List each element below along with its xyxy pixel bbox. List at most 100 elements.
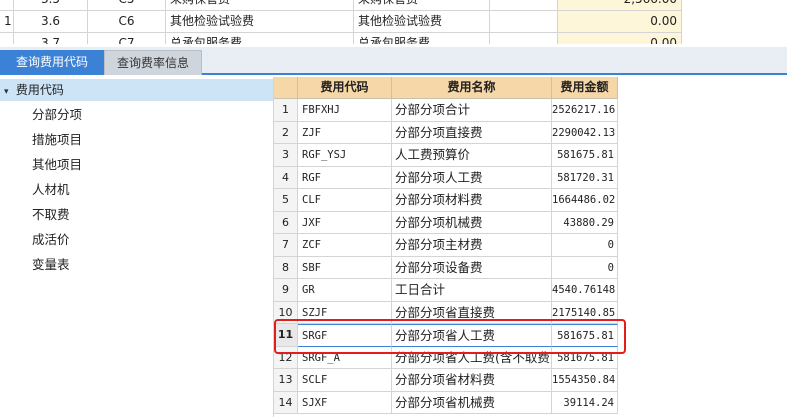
fee-code-cell[interactable]: SZJF — [298, 301, 392, 324]
fee-amount-cell[interactable]: 39114.24 — [552, 391, 618, 414]
item-code[interactable]: C7 — [88, 33, 166, 44]
tab-query-fee-rate[interactable]: 查询费率信息 — [104, 50, 202, 75]
fee-amount-cell[interactable]: 581675.81 — [552, 144, 618, 167]
row-number: 11 — [274, 324, 298, 347]
item-name[interactable]: 总承包服务费 — [166, 33, 354, 44]
header-code[interactable]: 费用代码 — [298, 77, 392, 99]
fee-name-cell[interactable]: 分部分项省人工费(含不取费) — [392, 346, 552, 369]
fee-amount-cell[interactable]: 581675.81 — [552, 346, 618, 369]
fee-amount-cell[interactable]: 1554350.84 — [552, 369, 618, 392]
table-row[interactable]: 8 SBF 分部分项设备费 0 — [274, 256, 787, 279]
fee-code-cell[interactable]: FBFXHJ — [298, 99, 392, 122]
item-id[interactable]: 3.7 — [14, 33, 88, 44]
fee-amount-cell[interactable]: 2175140.85 — [552, 301, 618, 324]
fee-name-cell[interactable]: 人工费预算价 — [392, 144, 552, 167]
fee-name-cell[interactable]: 分部分项合计 — [392, 99, 552, 122]
header-name[interactable]: 费用名称 — [392, 77, 552, 99]
fee-amount-cell[interactable]: 43880.29 — [552, 211, 618, 234]
table-row[interactable]: 2 ZJF 分部分项直接费 2290042.13 — [274, 121, 787, 144]
fee-name-cell[interactable]: 分部分项机械费 — [392, 211, 552, 234]
fee-code-cell[interactable]: JXF — [298, 211, 392, 234]
upper-fee-grid: 3.5 C5 采购保管费 采购保管费 2,566.00 1 3.6 C6 其他检… — [0, 0, 787, 44]
item-base-name[interactable]: 其他检验试验费 — [354, 11, 490, 33]
item-name[interactable]: 其他检验试验费 — [166, 11, 354, 33]
fee-name-cell[interactable]: 分部分项人工费 — [392, 166, 552, 189]
fee-amount-cell[interactable]: 0 — [552, 234, 618, 257]
fee-name-cell[interactable]: 分部分项省材料费 — [392, 369, 552, 392]
item-id[interactable]: 3.6 — [14, 11, 88, 33]
fee-code-cell[interactable]: ZCF — [298, 234, 392, 257]
fee-amount-cell[interactable]: 2290042.13 — [552, 121, 618, 144]
header-corner — [274, 77, 298, 99]
fee-amount-cell[interactable]: 1664486.02 — [552, 189, 618, 212]
table-row[interactable]: 10 SZJF 分部分项省直接费 2175140.85 — [274, 301, 787, 324]
fee-code-table: 费用代码 费用名称 费用金额 1 FBFXHJ 分部分项合计 2526217.16 2 Z… — [274, 77, 787, 417]
item-name[interactable]: 采购保管费 — [166, 0, 354, 11]
fee-name-cell[interactable]: 分部分项材料费 — [392, 189, 552, 212]
fee-amount-cell[interactable]: 581720.31 — [552, 166, 618, 189]
tab-query-fee-code[interactable]: 查询费用代码 — [0, 50, 104, 75]
item-code[interactable]: C5 — [88, 0, 166, 11]
table-row[interactable]: 3.7 C7 总承包服务费 总承包服务费 0.00 — [0, 33, 787, 44]
caret-down-icon[interactable]: ▾ — [4, 81, 12, 103]
item-amount[interactable]: 0.00 — [558, 11, 682, 33]
row-number: 1 — [0, 11, 14, 33]
fee-amount-cell[interactable]: 0 — [552, 256, 618, 279]
item-amount[interactable]: 0.00 — [558, 33, 682, 44]
row-number: 4 — [274, 166, 298, 189]
table-row[interactable]: 13 SCLF 分部分项省材料费 1554350.84 — [274, 369, 787, 392]
fee-amount-cell[interactable]: 581675.81 — [552, 324, 618, 347]
fee-name-cell[interactable]: 工日合计 — [392, 279, 552, 302]
table-row[interactable]: 1 FBFXHJ 分部分项合计 2526217.16 — [274, 99, 787, 122]
fee-name-cell[interactable]: 分部分项直接费 — [392, 121, 552, 144]
fee-name-cell[interactable]: 分部分项设备费 — [392, 256, 552, 279]
tree-item-chj[interactable]: 成活价 — [32, 229, 70, 251]
table-row[interactable]: 12 SRGF_A 分部分项省人工费(含不取费) 581675.81 — [274, 346, 787, 369]
table-row[interactable]: 5 CLF 分部分项材料费 1664486.02 — [274, 189, 787, 212]
tree-item-bqf[interactable]: 不取费 — [32, 204, 70, 226]
empty-cell[interactable] — [490, 0, 558, 11]
fee-code-cell[interactable]: SBF — [298, 256, 392, 279]
table-row[interactable]: 3.5 C5 采购保管费 采购保管费 2,566.00 — [0, 0, 787, 11]
item-id[interactable]: 3.5 — [14, 0, 88, 11]
row-number: 2 — [274, 121, 298, 144]
fee-code-cell[interactable]: ZJF — [298, 121, 392, 144]
fee-amount-cell[interactable]: 2526217.16 — [552, 99, 618, 122]
item-base-name[interactable]: 总承包服务费 — [354, 33, 490, 44]
table-row[interactable]: 9 GR 工日合计 4540.76148 — [274, 279, 787, 302]
table-row[interactable]: 6 JXF 分部分项机械费 43880.29 — [274, 211, 787, 234]
table-row[interactable]: 4 RGF 分部分项人工费 581720.31 — [274, 166, 787, 189]
tree-item-rcj[interactable]: 人材机 — [32, 179, 70, 201]
tree-item-fbfx[interactable]: 分部分项 — [32, 104, 82, 126]
item-code[interactable]: C6 — [88, 11, 166, 33]
empty-cell[interactable] — [490, 33, 558, 44]
fee-amount-cell[interactable]: 4540.76148 — [552, 279, 618, 302]
fee-name-cell[interactable]: 分部分项省人工费 — [392, 324, 552, 347]
table-row[interactable]: 7 ZCF 分部分项主材费 0 — [274, 234, 787, 257]
item-base-name[interactable]: 采购保管费 — [354, 0, 490, 11]
fee-code-cell[interactable]: CLF — [298, 189, 392, 212]
fee-name-cell[interactable]: 分部分项省机械费 — [392, 391, 552, 414]
fee-code-cell[interactable]: SRGF — [298, 324, 392, 347]
table-row[interactable]: 14 SJXF 分部分项省机械费 39114.24 — [274, 391, 787, 414]
fee-code-cell[interactable]: RGF — [298, 166, 392, 189]
fee-code-cell[interactable]: SRGF_A — [298, 346, 392, 369]
tree-item-csxm[interactable]: 措施项目 — [32, 129, 82, 151]
fee-code-cell[interactable]: GR — [298, 279, 392, 302]
table-row[interactable]: 11 SRGF 分部分项省人工费 581675.81 — [274, 324, 787, 347]
tree-root-fee-code[interactable]: ▾ 费用代码 — [0, 79, 273, 101]
table-row[interactable]: 3 RGF_YSJ 人工费预算价 581675.81 — [274, 144, 787, 167]
fee-name-cell[interactable]: 分部分项主材费 — [392, 234, 552, 257]
fee-name-cell[interactable]: 分部分项省直接费 — [392, 301, 552, 324]
fee-code-cell[interactable]: SJXF — [298, 391, 392, 414]
row-number: 3 — [274, 144, 298, 167]
fee-code-cell[interactable]: RGF_YSJ — [298, 144, 392, 167]
item-amount[interactable]: 2,566.00 — [558, 0, 682, 11]
query-tabs: 查询费用代码 查询费率信息 — [0, 47, 787, 75]
table-row[interactable]: 1 3.6 C6 其他检验试验费 其他检验试验费 0.00 — [0, 11, 787, 33]
fee-code-cell[interactable]: SCLF — [298, 369, 392, 392]
tree-item-blb[interactable]: 变量表 — [32, 254, 70, 276]
tree-item-qtxm[interactable]: 其他项目 — [32, 154, 82, 176]
header-amount[interactable]: 费用金额 — [552, 77, 618, 99]
empty-cell[interactable] — [490, 11, 558, 33]
